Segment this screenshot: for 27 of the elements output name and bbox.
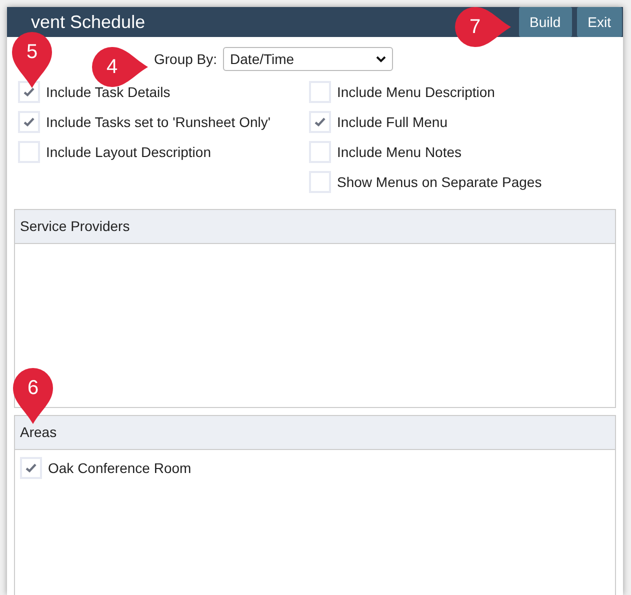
group-by-dropdown[interactable]: Date/Time: [223, 47, 394, 71]
chevron-down-icon: [376, 56, 386, 62]
checkbox[interactable]: [18, 111, 40, 133]
check-icon: [314, 117, 326, 127]
checkbox-label: Include Layout Description: [46, 142, 211, 162]
checkbox[interactable]: [309, 81, 331, 103]
toolbar-button[interactable]: Build: [518, 7, 572, 37]
checkbox[interactable]: [18, 141, 40, 163]
checkbox-label: Include Menu Notes: [337, 142, 462, 162]
callout-badge: 7: [453, 5, 513, 49]
checkbox[interactable]: [309, 141, 331, 163]
checkbox[interactable]: [20, 457, 42, 479]
check-icon: [23, 117, 35, 127]
checkbox-label: Include Tasks set to 'Runsheet Only': [46, 112, 271, 132]
check-icon: [25, 463, 37, 473]
panel-header: Service Providers: [15, 210, 615, 244]
checkbox-label: Show Menus on Separate Pages: [337, 172, 542, 192]
checkbox-label: Oak Conference Room: [48, 458, 192, 478]
toolbar-button[interactable]: Exit: [576, 7, 622, 37]
checkbox[interactable]: [309, 171, 331, 193]
checkbox-label: Include Full Menu: [337, 112, 448, 132]
checkbox[interactable]: [309, 111, 331, 133]
checkbox-label: Include Menu Description: [337, 82, 495, 102]
panel-header: Areas: [15, 416, 615, 450]
callout-badge: 6: [11, 366, 55, 426]
group-by-label: Group By:: [154, 50, 218, 69]
check-icon: [23, 87, 35, 97]
